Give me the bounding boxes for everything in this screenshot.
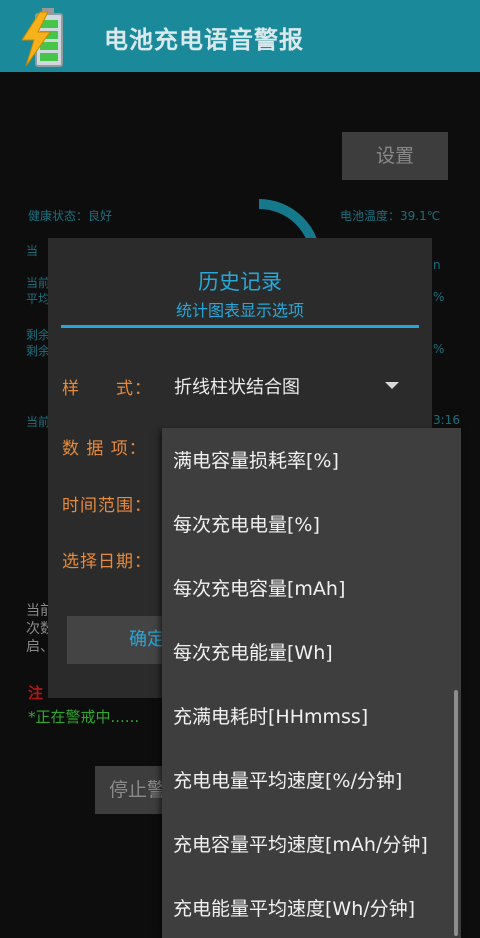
data-item-dropdown[interactable]: 满电容量损耗率[%] 每次充电电量[%] 每次充电容量[mAh] 每次充电能量[… xyxy=(162,428,461,938)
bg-fragment-r1: n xyxy=(433,258,441,272)
bg-fragment-4: 剩余 xyxy=(26,328,51,342)
alert-status: *正在警戒中...... xyxy=(28,708,140,726)
menu-item-capacity-speed[interactable]: 充电容量平均速度[mAh/分钟] xyxy=(173,830,428,857)
health-status: 健康状态：良好 xyxy=(28,209,113,223)
battery-charging-icon xyxy=(21,8,63,67)
bg-fragment-6: 当前 xyxy=(26,415,51,429)
menu-item-energy-speed[interactable]: 充电能量平均速度[Wh/分钟] xyxy=(173,894,415,921)
confirm-label: 确定 xyxy=(129,629,165,650)
warning-label: 注 xyxy=(28,684,44,702)
time-range-label: 时间范围： xyxy=(62,496,152,516)
bg-fragment-1: 当 xyxy=(26,244,39,258)
bg-fragment-3: 平均 xyxy=(26,292,51,306)
dialog-title: 历史记录 xyxy=(198,270,282,294)
bg-fragment-r4: 3:16 xyxy=(433,413,460,427)
bg-fragment-r3: % xyxy=(433,342,445,356)
style-label: 样 式： xyxy=(62,379,152,399)
confirm-button[interactable]: 确定 xyxy=(67,616,177,664)
dropdown-scrollbar[interactable] xyxy=(454,690,458,936)
settings-button[interactable]: 设置 xyxy=(342,132,448,180)
data-item-label: 数 据 项： xyxy=(62,439,147,459)
style-select[interactable]: 折线柱状结合图 xyxy=(174,373,300,399)
menu-item-charge-energy[interactable]: 每次充电能量[Wh] xyxy=(173,638,333,665)
app-title: 电池充电语音警报 xyxy=(104,26,304,54)
bg-fragment-5: 剩余 xyxy=(26,344,51,358)
battery-temperature: 电池温度：39.1℃ xyxy=(340,209,441,223)
menu-item-full-charge-time[interactable]: 充满电耗时[HHmmss] xyxy=(173,702,368,729)
bg-fragment-r2: % xyxy=(433,290,445,304)
title-divider xyxy=(61,325,419,328)
date-label: 选择日期： xyxy=(62,552,152,572)
dialog-subtitle: 统计图表显示选项 xyxy=(175,301,304,320)
menu-item-capacity-loss[interactable]: 满电容量损耗率[%] xyxy=(173,446,339,473)
menu-item-charge-percent[interactable]: 每次充电电量[%] xyxy=(173,510,320,537)
app-bar: 电池充电语音警报 xyxy=(0,0,480,72)
chevron-down-icon[interactable] xyxy=(385,382,399,389)
bg-fragment-2: 当前 xyxy=(26,276,51,290)
menu-item-percent-speed[interactable]: 充电电量平均速度[%/分钟] xyxy=(173,766,402,793)
menu-item-charge-capacity[interactable]: 每次充电容量[mAh] xyxy=(173,574,345,601)
